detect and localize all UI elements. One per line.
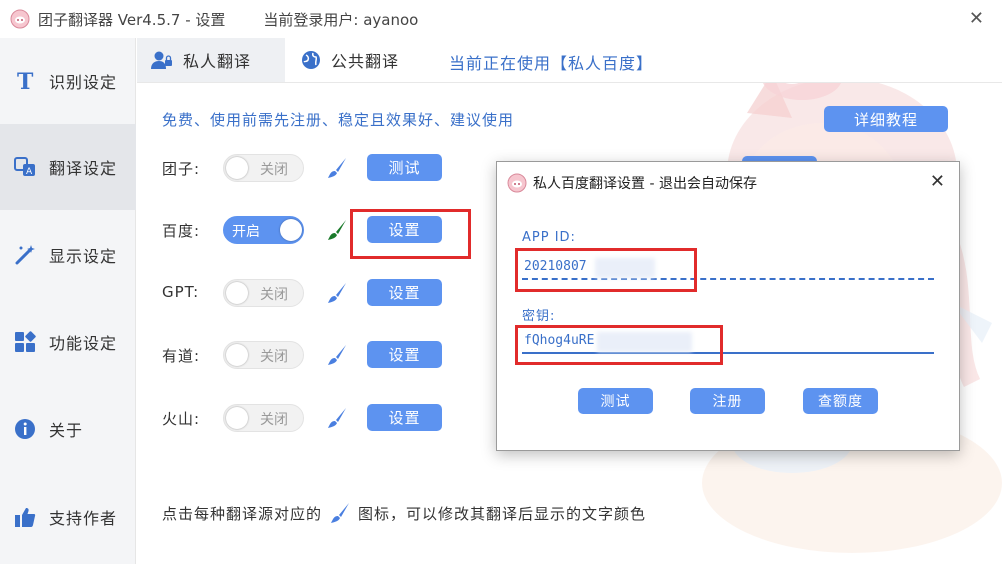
translator-row-tuanzi: 团子: 关闭 测试 bbox=[162, 153, 462, 183]
translator-label: 团子: bbox=[162, 160, 201, 178]
user-lock-icon bbox=[151, 51, 172, 69]
translator-label: GPT: bbox=[162, 283, 200, 301]
paint-brush-icon[interactable] bbox=[325, 343, 349, 367]
toggle-knob bbox=[226, 282, 248, 304]
tab-bar: 私人翻译 公共翻译 当前正在使用【私人百度】 bbox=[137, 38, 1002, 82]
hint-text-before: 点击每种翻译源对应的 bbox=[162, 504, 323, 523]
translator-label: 有道: bbox=[162, 347, 201, 365]
translator-label: 百度: bbox=[162, 222, 201, 240]
translator-row-youdao: 有道: 关闭 设置 bbox=[162, 340, 462, 370]
sidebar-item-label: 功能设定 bbox=[49, 334, 118, 353]
dialog-check-quota-button[interactable]: 查额度 bbox=[803, 388, 878, 414]
youdao-toggle[interactable]: 关闭 bbox=[223, 341, 304, 369]
sidebar-item-label: 支持作者 bbox=[49, 509, 118, 528]
translator-row-huoshan: 火山: 关闭 设置 bbox=[162, 403, 462, 433]
sidebar-item-label: 关于 bbox=[49, 421, 84, 440]
toggle-label: 关闭 bbox=[260, 349, 288, 365]
tab-label: 私人翻译 bbox=[183, 52, 252, 71]
dialog-register-button[interactable]: 注册 bbox=[690, 388, 765, 414]
paint-brush-icon[interactable] bbox=[325, 281, 349, 305]
sidebar-item-recognition[interactable]: T 识别设定 bbox=[0, 38, 136, 124]
paint-brush-icon[interactable] bbox=[325, 218, 349, 242]
app-logo-icon bbox=[507, 173, 527, 193]
text-t-icon: T bbox=[13, 69, 37, 93]
dialog-title-bar: 私人百度翻译设置 - 退出会自动保存 ✕ bbox=[497, 162, 959, 204]
translate-icon: A bbox=[13, 155, 37, 179]
sidebar-item-label: 识别设定 bbox=[49, 73, 118, 92]
svg-text:A: A bbox=[26, 167, 33, 177]
hint-text-after: 图标，可以修改其翻译后显示的文字颜色 bbox=[358, 504, 647, 523]
sidebar-item-function[interactable]: 功能设定 bbox=[0, 299, 136, 385]
toggle-label: 关闭 bbox=[260, 412, 288, 428]
youdao-settings-button[interactable]: 设置 bbox=[367, 341, 442, 368]
info-icon bbox=[13, 417, 37, 441]
sidebar-item-about[interactable]: 关于 bbox=[0, 386, 136, 472]
apps-grid-icon bbox=[13, 330, 37, 354]
svg-text:T: T bbox=[17, 70, 34, 92]
thumbs-up-icon bbox=[13, 505, 37, 529]
window-title: 团子翻译器 Ver4.5.7 - 设置 bbox=[38, 10, 226, 29]
app-id-label: APP ID: bbox=[522, 230, 576, 245]
globe-icon bbox=[302, 51, 320, 69]
sidebar: T 识别设定 A 翻译设定 显示设定 功能设定 关于 支持作者 bbox=[0, 38, 136, 564]
dialog-close-button[interactable]: ✕ bbox=[930, 171, 945, 192]
huoshan-toggle[interactable]: 关闭 bbox=[223, 404, 304, 432]
app-logo-icon bbox=[10, 9, 30, 29]
baidu-toggle[interactable]: 开启 bbox=[223, 216, 304, 244]
tuanzi-toggle[interactable]: 关闭 bbox=[223, 154, 304, 182]
baidu-settings-dialog: 私人百度翻译设置 - 退出会自动保存 ✕ APP ID: 密钥: 测试 注册 查… bbox=[496, 161, 960, 451]
current-engine-status: 当前正在使用【私人百度】 bbox=[449, 54, 654, 73]
highlight-box-app-id bbox=[515, 248, 697, 292]
tuanzi-test-button[interactable]: 测试 bbox=[367, 154, 442, 181]
toggle-knob bbox=[226, 407, 248, 429]
huoshan-settings-button[interactable]: 设置 bbox=[367, 404, 442, 431]
highlight-box-secret-key bbox=[515, 325, 723, 365]
secret-key-label: 密钥: bbox=[522, 309, 556, 324]
translator-label: 火山: bbox=[162, 410, 201, 428]
paint-brush-icon[interactable] bbox=[325, 156, 349, 180]
title-bar: 团子翻译器 Ver4.5.7 - 设置 当前登录用户: ayanoo ✕ bbox=[0, 0, 1002, 38]
gpt-settings-button[interactable]: 设置 bbox=[367, 279, 442, 306]
window-close-button[interactable]: ✕ bbox=[969, 8, 984, 29]
paint-brush-icon bbox=[331, 503, 350, 523]
paint-brush-icon[interactable] bbox=[325, 406, 349, 430]
toggle-knob bbox=[226, 157, 248, 179]
sidebar-item-label: 显示设定 bbox=[49, 247, 118, 266]
translator-row-gpt: GPT: 关闭 设置 bbox=[162, 278, 462, 308]
tab-public-translation[interactable]: 公共翻译 bbox=[285, 38, 435, 82]
color-hint: 点击每种翻译源对应的 图标，可以修改其翻译后显示的文字颜色 bbox=[162, 501, 646, 525]
toggle-label: 关闭 bbox=[260, 162, 288, 178]
highlight-box-baidu-settings bbox=[350, 209, 471, 259]
sidebar-item-support-author[interactable]: 支持作者 bbox=[0, 474, 136, 560]
gpt-toggle[interactable]: 关闭 bbox=[223, 279, 304, 307]
toggle-knob bbox=[280, 219, 302, 241]
sidebar-item-label: 翻译设定 bbox=[49, 159, 118, 178]
private-translation-note: 免费、使用前需先注册、稳定且效果好、建议使用 bbox=[162, 111, 515, 129]
tab-private-translation[interactable]: 私人翻译 bbox=[137, 38, 285, 82]
magic-wand-icon bbox=[13, 243, 37, 267]
dialog-title: 私人百度翻译设置 - 退出会自动保存 bbox=[533, 176, 757, 192]
tab-label: 公共翻译 bbox=[331, 52, 400, 71]
sidebar-item-translation[interactable]: A 翻译设定 bbox=[0, 124, 136, 210]
detailed-tutorial-button[interactable]: 详细教程 bbox=[824, 106, 948, 132]
dialog-test-button[interactable]: 测试 bbox=[578, 388, 653, 414]
toggle-knob bbox=[226, 344, 248, 366]
sidebar-item-display[interactable]: 显示设定 bbox=[0, 212, 136, 298]
toggle-label: 关闭 bbox=[260, 287, 288, 303]
toggle-label: 开启 bbox=[232, 224, 260, 240]
login-status: 当前登录用户: ayanoo bbox=[263, 10, 419, 29]
